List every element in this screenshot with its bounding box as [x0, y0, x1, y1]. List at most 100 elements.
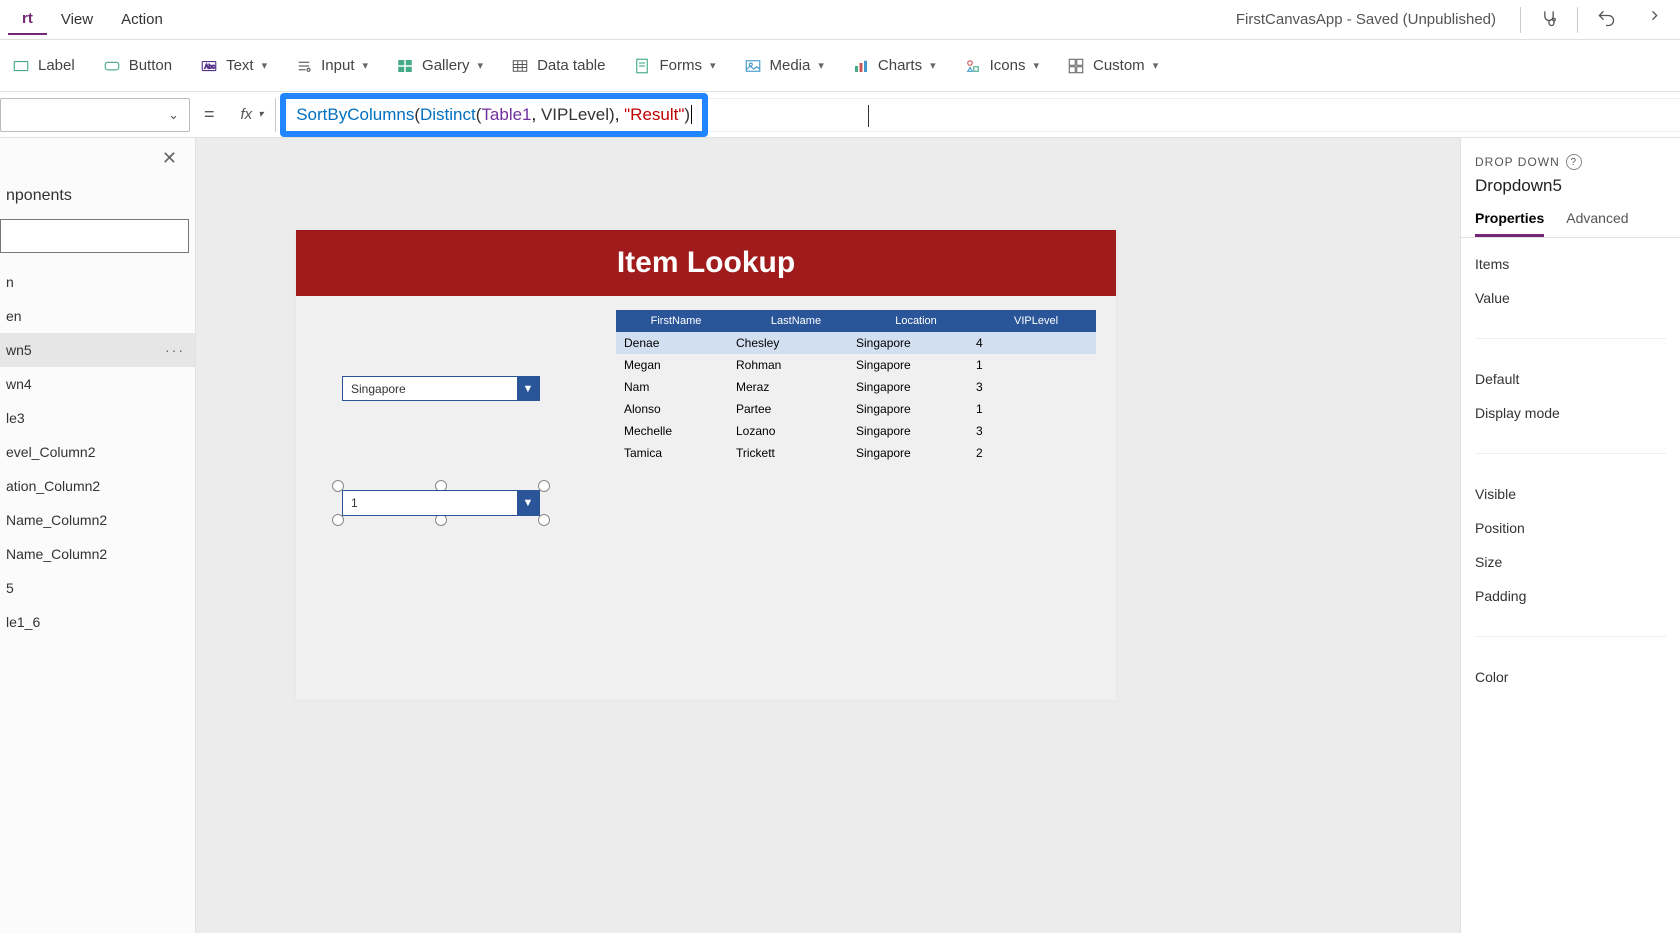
chevron-down-icon: ▼ — [517, 377, 539, 400]
tree-node-label: wn4 — [6, 376, 32, 392]
prop-position[interactable]: Position — [1475, 520, 1666, 536]
formula-string: "Result" — [624, 105, 684, 124]
chevron-down-icon: ▾ — [930, 59, 936, 72]
table-cell: 4 — [976, 336, 1096, 350]
app-screen: Item Lookup Singapore ▼ 1 ▼ FirstNa — [296, 230, 1116, 700]
table-cell: Singapore — [856, 380, 976, 394]
chevron-down-icon: ▾ — [363, 59, 369, 72]
forms-label: Forms — [659, 57, 702, 74]
tree-node[interactable]: 5 — [0, 571, 195, 605]
prop-color[interactable]: Color — [1475, 669, 1666, 685]
insert-label-button[interactable]: Label — [12, 57, 75, 75]
dropdown-location[interactable]: Singapore ▼ — [342, 376, 540, 401]
insert-datatable-button[interactable]: Data table — [511, 57, 605, 75]
tree-node[interactable]: wn4 — [0, 367, 195, 401]
properties-panel: DROP DOWN ? Dropdown5 Properties Advance… — [1460, 138, 1680, 933]
tree-search-input[interactable] — [0, 219, 189, 253]
tree-node-label: wn5 — [6, 342, 32, 358]
prop-size[interactable]: Size — [1475, 554, 1666, 570]
tree-node[interactable]: Name_Column2 — [0, 503, 195, 537]
custom-label: Custom — [1093, 57, 1145, 74]
tree-node-label: 5 — [6, 580, 14, 596]
insert-forms-dropdown[interactable]: Forms▾ — [633, 57, 715, 75]
table-cell: Singapore — [856, 336, 976, 350]
insert-input-dropdown[interactable]: Input ▾ — [295, 57, 368, 75]
table-row[interactable]: TamicaTrickettSingapore2 — [616, 442, 1096, 464]
formula-column: VIPLevel — [541, 105, 609, 124]
column-header[interactable]: Location — [856, 315, 976, 327]
table-cell: 3 — [976, 380, 1096, 394]
fx-button[interactable]: fx▾ — [229, 98, 277, 132]
text-cursor-icon — [868, 105, 869, 127]
tree-node[interactable]: en — [0, 299, 195, 333]
table-row[interactable]: MeganRohmanSingapore1 — [616, 354, 1096, 376]
tree-node[interactable]: le1_6 — [0, 605, 195, 639]
tree-node[interactable]: wn5 ··· — [0, 333, 195, 367]
tree-node[interactable]: n — [0, 265, 195, 299]
redo-icon[interactable] — [1628, 2, 1672, 38]
insert-charts-dropdown[interactable]: Charts ▾ — [852, 57, 936, 75]
table-row[interactable]: NamMerazSingapore3 — [616, 376, 1096, 398]
insert-icons-dropdown[interactable]: Icons▾ — [964, 57, 1039, 75]
dropdown5-selected[interactable]: 1 ▼ — [338, 486, 544, 520]
table-cell: Partee — [736, 402, 856, 416]
tree-node[interactable]: evel_Column2 — [0, 435, 195, 469]
prop-display-mode[interactable]: Display mode — [1475, 405, 1666, 421]
more-icon[interactable]: ··· — [165, 342, 185, 358]
table-cell: Chesley — [736, 336, 856, 350]
prop-default[interactable]: Default — [1475, 371, 1666, 387]
column-header[interactable]: LastName — [736, 315, 856, 327]
equals-sign: = — [190, 104, 229, 125]
table-cell: Alonso — [616, 402, 736, 416]
input-label: Input — [321, 57, 354, 74]
dropdown-viplevel[interactable]: 1 ▼ — [342, 490, 540, 516]
column-header[interactable]: FirstName — [616, 315, 736, 327]
close-panel-button[interactable]: ✕ — [0, 138, 195, 179]
data-table[interactable]: FirstName LastName Location VIPLevel Den… — [616, 310, 1096, 464]
column-header[interactable]: VIPLevel — [976, 315, 1096, 327]
prop-value[interactable]: Value — [1475, 290, 1666, 306]
insert-custom-dropdown[interactable]: Custom▾ — [1067, 57, 1158, 75]
tab-properties[interactable]: Properties — [1475, 210, 1544, 237]
formula-bar: ⌄ = fx▾ SortByColumns(Distinct(Table1, V… — [0, 92, 1680, 138]
prop-visible[interactable]: Visible — [1475, 486, 1666, 502]
menu-insert[interactable]: rt — [8, 4, 47, 35]
table-row[interactable]: MechelleLozanoSingapore3 — [616, 420, 1096, 442]
insert-button-button[interactable]: Button — [103, 57, 172, 75]
insert-text-dropdown[interactable]: Abc Text▾ — [200, 57, 267, 75]
table-row[interactable]: AlonsoParteeSingapore1 — [616, 398, 1096, 420]
prop-items[interactable]: Items — [1475, 256, 1666, 272]
prop-padding[interactable]: Padding — [1475, 588, 1666, 604]
tree-node[interactable]: ation_Column2 — [0, 469, 195, 503]
tree-node-label: n — [6, 274, 14, 290]
table-cell: 1 — [976, 358, 1096, 372]
table-cell: 3 — [976, 424, 1096, 438]
health-check-icon[interactable] — [1527, 2, 1571, 38]
menu-action[interactable]: Action — [107, 5, 177, 34]
formula-comma: , — [532, 105, 541, 124]
insert-gallery-dropdown[interactable]: Gallery▾ — [396, 57, 483, 75]
menu-view[interactable]: View — [47, 5, 107, 34]
table-row[interactable]: DenaeChesleySingapore4 — [616, 332, 1096, 354]
tree-node-label: le3 — [6, 410, 25, 426]
table-cell: Singapore — [856, 446, 976, 460]
table-cell: Singapore — [856, 424, 976, 438]
text-label: Text — [226, 57, 254, 74]
formula-paren: ) — [684, 105, 690, 124]
insert-media-dropdown[interactable]: Media▾ — [744, 57, 824, 75]
formula-input[interactable]: SortByColumns(Distinct(Table1, VIPLevel)… — [280, 93, 708, 137]
canvas-area[interactable]: Item Lookup Singapore ▼ 1 ▼ FirstNa — [196, 138, 1460, 933]
charts-label: Charts — [878, 57, 922, 74]
table-cell: Megan — [616, 358, 736, 372]
formula-input-rest[interactable] — [708, 98, 1680, 132]
help-icon[interactable]: ? — [1566, 154, 1582, 170]
table-cell: Meraz — [736, 380, 856, 394]
property-selector[interactable]: ⌄ — [0, 98, 190, 132]
table-cell: Singapore — [856, 402, 976, 416]
tree-node[interactable]: Name_Column2 — [0, 537, 195, 571]
tree-header: nponents — [0, 179, 195, 215]
media-label: Media — [770, 57, 811, 74]
tab-advanced[interactable]: Advanced — [1566, 210, 1628, 237]
undo-icon[interactable] — [1584, 2, 1628, 38]
tree-node[interactable]: le3 — [0, 401, 195, 435]
